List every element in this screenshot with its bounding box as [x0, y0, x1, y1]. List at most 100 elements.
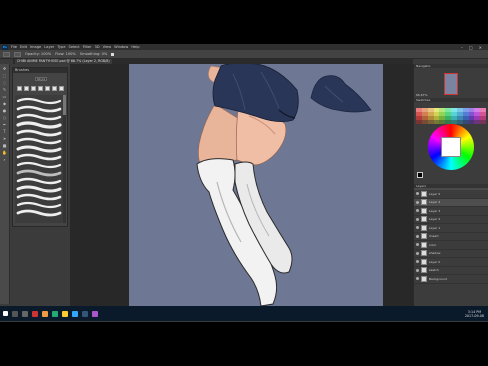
- layer-row[interactable]: shadow: [414, 250, 488, 258]
- layer-row[interactable]: Layer 4: [414, 198, 488, 207]
- path-select-tool-icon[interactable]: ➤: [2, 136, 8, 141]
- brush-preset-picker[interactable]: [14, 51, 21, 57]
- brush-tip-3[interactable]: [31, 86, 36, 91]
- brush-tip-7[interactable]: [59, 86, 64, 91]
- layer-thumbnail: [421, 241, 427, 248]
- firefox-icon[interactable]: [42, 310, 48, 317]
- brushes-scrollbar[interactable]: [63, 95, 66, 223]
- menu-edit[interactable]: Edit: [20, 45, 27, 49]
- pen-tool-icon[interactable]: ✒: [2, 122, 8, 127]
- eye-icon[interactable]: [416, 217, 419, 221]
- lasso-tool-icon[interactable]: ◌: [2, 80, 8, 85]
- folder-icon[interactable]: [62, 310, 68, 317]
- eraser-tool-icon[interactable]: ▭: [2, 94, 8, 99]
- app-icon-2[interactable]: [92, 310, 98, 317]
- swatch-grid[interactable]: [416, 108, 486, 124]
- layer-row[interactable]: Background: [414, 275, 488, 284]
- layer-name: Layer 2: [429, 217, 441, 222]
- close-icon[interactable]: ✕: [479, 45, 482, 50]
- layer-thumbnail: [421, 207, 427, 214]
- minimize-icon[interactable]: –: [461, 45, 463, 50]
- brush-tip-6[interactable]: [52, 86, 57, 91]
- eye-icon[interactable]: [416, 226, 419, 230]
- opera-icon[interactable]: [32, 310, 38, 317]
- brush-tip-4[interactable]: [38, 86, 43, 91]
- menu-select[interactable]: Select: [69, 45, 80, 49]
- layer-row[interactable]: Layer 2: [414, 216, 488, 224]
- navigator-thumbnail[interactable]: [444, 73, 458, 95]
- menu-file[interactable]: File: [11, 45, 17, 49]
- color-wheel-center[interactable]: [441, 137, 461, 157]
- blur-tool-icon[interactable]: ●: [2, 108, 8, 113]
- menu-view[interactable]: View: [103, 45, 112, 49]
- layer-name: color: [429, 242, 437, 247]
- swatch-cell[interactable]: [480, 120, 486, 124]
- brush-size-field[interactable]: 40 px: [35, 77, 47, 81]
- bucket-tool-icon[interactable]: ◆: [2, 101, 8, 106]
- layer-row[interactable]: Layer 1: [414, 224, 488, 233]
- layers-panel: Layer 5 Layer 4 Layer 3 Layer 2 Layer 1 linea…: [414, 190, 488, 310]
- windows-taskbar: 3:14 PM 2017-09-08: [0, 306, 488, 321]
- brush-tip-5[interactable]: [45, 86, 50, 91]
- hand-tool-icon[interactable]: ✋: [2, 150, 8, 155]
- flow-field[interactable]: Flow: 100%: [55, 52, 76, 56]
- menu-window[interactable]: Window: [114, 45, 128, 49]
- text-tool-icon[interactable]: T: [2, 129, 8, 134]
- layer-row[interactable]: color: [414, 241, 488, 250]
- photoshop-logo-icon: Ps: [2, 44, 8, 50]
- navigator-zoom[interactable]: 66.67%: [416, 93, 427, 97]
- brush-tool-icon[interactable]: ✎: [2, 87, 8, 92]
- color-wheel[interactable]: [428, 124, 474, 170]
- photoshop-taskbar-icon[interactable]: [72, 310, 78, 317]
- menu-type[interactable]: Type: [57, 45, 65, 49]
- task-view-icon[interactable]: [22, 310, 28, 317]
- foreground-color-swatch[interactable]: [417, 172, 423, 178]
- move-tool-icon[interactable]: ✥: [2, 66, 8, 71]
- menu-filter[interactable]: Filter: [83, 45, 92, 49]
- app-icon[interactable]: [82, 310, 88, 317]
- layer-name: Layer 4: [429, 200, 441, 205]
- eye-icon[interactable]: [416, 251, 419, 255]
- menu-help[interactable]: Help: [131, 45, 139, 49]
- start-icon[interactable]: [3, 311, 8, 316]
- brush-tip-1[interactable]: [17, 86, 22, 91]
- layer-row[interactable]: lineart: [414, 233, 488, 241]
- tool-preset-picker[interactable]: [3, 51, 10, 57]
- zoom-tool-icon[interactable]: ⌕: [2, 157, 8, 162]
- brush-stroke-list[interactable]: [15, 95, 63, 223]
- taskbar-clock[interactable]: 3:14 PM 2017-09-08: [465, 310, 488, 318]
- menu-layer[interactable]: Layer: [44, 45, 54, 49]
- document-canvas[interactable]: [129, 64, 383, 306]
- brush-tip-2[interactable]: [24, 86, 29, 91]
- layers-panel-title: Layers: [414, 184, 488, 188]
- layer-row[interactable]: Layer 0: [414, 258, 488, 267]
- dodge-tool-icon[interactable]: ○: [2, 115, 8, 120]
- chrome-icon[interactable]: [52, 310, 58, 317]
- maximize-icon[interactable]: □: [469, 45, 473, 50]
- eye-icon[interactable]: [416, 200, 419, 204]
- layer-row[interactable]: Layer 3: [414, 207, 488, 216]
- eye-icon[interactable]: [416, 243, 419, 247]
- eye-icon[interactable]: [416, 234, 419, 238]
- swatches-panel: [414, 102, 488, 184]
- layer-row[interactable]: Layer 5: [414, 190, 488, 199]
- eye-icon[interactable]: [416, 192, 419, 196]
- layer-name: lineart: [429, 234, 439, 239]
- menu-image[interactable]: Image: [30, 45, 41, 49]
- layer-name: shadow: [429, 251, 441, 256]
- opacity-field[interactable]: Opacity: 100%: [25, 52, 51, 56]
- eye-icon[interactable]: [416, 268, 419, 272]
- layer-thumbnail: [421, 267, 427, 274]
- eye-icon[interactable]: [416, 209, 419, 213]
- shape-tool-icon[interactable]: ■: [2, 143, 8, 148]
- marquee-tool-icon[interactable]: ⬚: [2, 73, 8, 78]
- symmetry-checkbox[interactable]: [111, 52, 115, 56]
- menu-3d[interactable]: 3D: [95, 45, 100, 49]
- smoothing-field[interactable]: Smoothing: 0%: [80, 52, 107, 56]
- eye-icon[interactable]: [416, 260, 419, 264]
- layer-thumbnail: [421, 250, 427, 257]
- layer-name: Layer 5: [429, 191, 441, 196]
- layer-row[interactable]: sketch: [414, 267, 488, 275]
- search-icon[interactable]: [12, 310, 18, 317]
- eye-icon[interactable]: [416, 277, 419, 281]
